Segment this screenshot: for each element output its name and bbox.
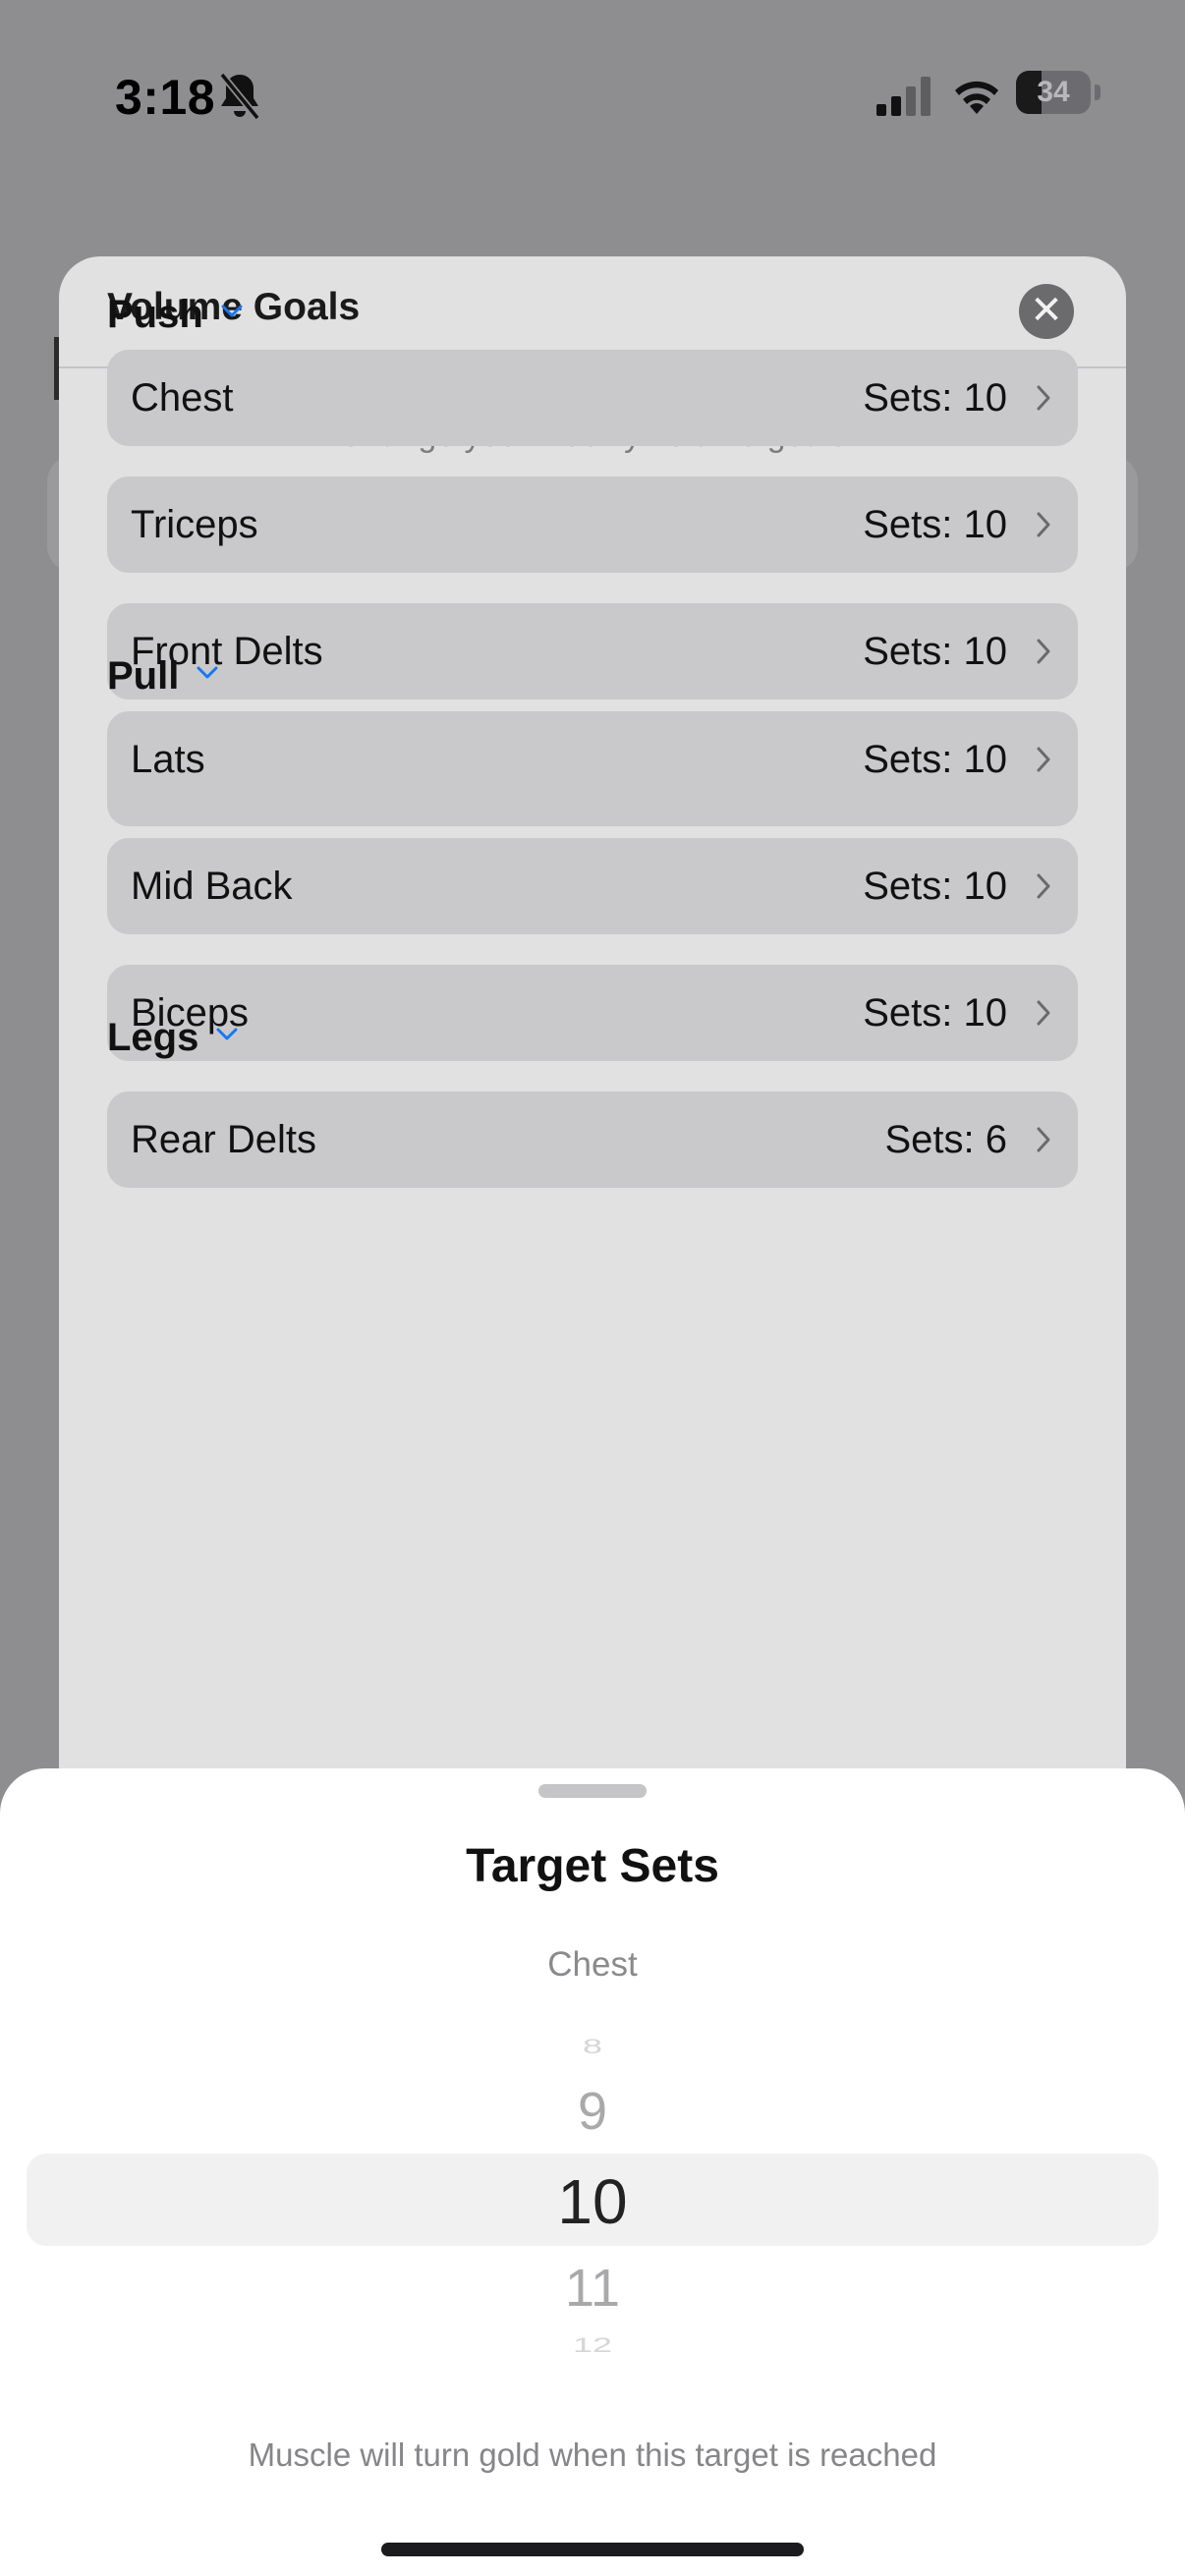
muscle-row-biceps[interactable]: Biceps Sets: 10 (107, 965, 1078, 1061)
chevron-down-icon (216, 1028, 238, 1040)
sheet-grabber[interactable] (538, 1784, 647, 1798)
close-button[interactable]: ✕ (1019, 284, 1074, 339)
chevron-right-icon (1037, 385, 1050, 411)
target-sets-sheet: Target Sets Chest 8 9 10 11 12 Muscle wi… (0, 1768, 1185, 2576)
picker-hint: Muscle will turn gold when this target i… (248, 2436, 937, 2473)
chevron-down-icon (221, 305, 243, 317)
muscle-row-front-delts[interactable]: Front Delts Sets: 10 (107, 603, 1078, 700)
sets-value: Sets: 10 (863, 991, 1007, 1035)
bell-slash-icon (219, 72, 260, 121)
picker-option[interactable]: 12 (0, 2332, 1185, 2357)
sets-value: Sets: 10 (863, 865, 1007, 908)
sets-value: Sets: 10 (863, 376, 1007, 420)
muscle-row-lats[interactable]: Lats Sets: 10 (107, 711, 1078, 808)
group-header-push[interactable]: Push (107, 293, 243, 337)
muscle-label: Lats (131, 738, 205, 781)
group-header-label: Push (107, 293, 203, 336)
chevron-right-icon (1037, 512, 1050, 537)
home-indicator (381, 2543, 804, 2556)
muscle-row-chest[interactable]: Chest Sets: 10 (107, 350, 1078, 446)
chevron-down-icon (197, 666, 218, 679)
group-header-legs[interactable]: Legs (107, 1016, 238, 1060)
sets-value: Sets: 10 (863, 503, 1007, 546)
battery-percent: 34 (1037, 76, 1070, 108)
chevron-right-icon (1037, 639, 1050, 664)
group-header-label: Pull (107, 654, 180, 698)
status-bar: 3:18 34 (0, 0, 1185, 196)
picker-option[interactable]: 8 (0, 2034, 1185, 2058)
volume-goals-sheet: Volume Goals ✕ Change your weekly volume… (59, 256, 1126, 1789)
picker-muscle-label: Chest (547, 1945, 638, 1984)
status-time: 3:18 (115, 70, 216, 125)
picker-title: Target Sets (466, 1840, 719, 1892)
signal-icon (876, 77, 931, 116)
group-header-label: Legs (107, 1016, 199, 1059)
wifi-icon (955, 81, 998, 114)
chevron-right-icon (1037, 1127, 1050, 1152)
chevron-right-icon (1037, 1000, 1050, 1026)
muscle-label: Triceps (131, 503, 258, 546)
muscle-row-triceps[interactable]: Triceps Sets: 10 (107, 476, 1078, 573)
picker-option[interactable]: 11 (0, 2258, 1185, 2319)
sets-value: Sets: 6 (884, 1118, 1007, 1161)
sets-value: Sets: 10 (863, 630, 1007, 673)
picker-option[interactable]: 9 (0, 2081, 1185, 2142)
picker-option-selected[interactable]: 10 (0, 2165, 1185, 2238)
battery-icon: 34 (1016, 71, 1100, 116)
muscle-label: Mid Back (131, 865, 293, 908)
chevron-right-icon (1037, 873, 1050, 899)
muscle-label: Chest (131, 376, 234, 420)
muscle-label: Rear Delts (131, 1118, 316, 1161)
muscle-row-mid-back[interactable]: Mid Back Sets: 10 (107, 838, 1078, 934)
group-header-pull[interactable]: Pull (107, 654, 218, 699)
xmark-icon: ✕ (1030, 289, 1063, 332)
chevron-right-icon (1037, 747, 1050, 772)
sets-value: Sets: 10 (863, 738, 1007, 781)
muscle-row-rear-delts[interactable]: Rear Delts Sets: 6 (107, 1092, 1078, 1188)
